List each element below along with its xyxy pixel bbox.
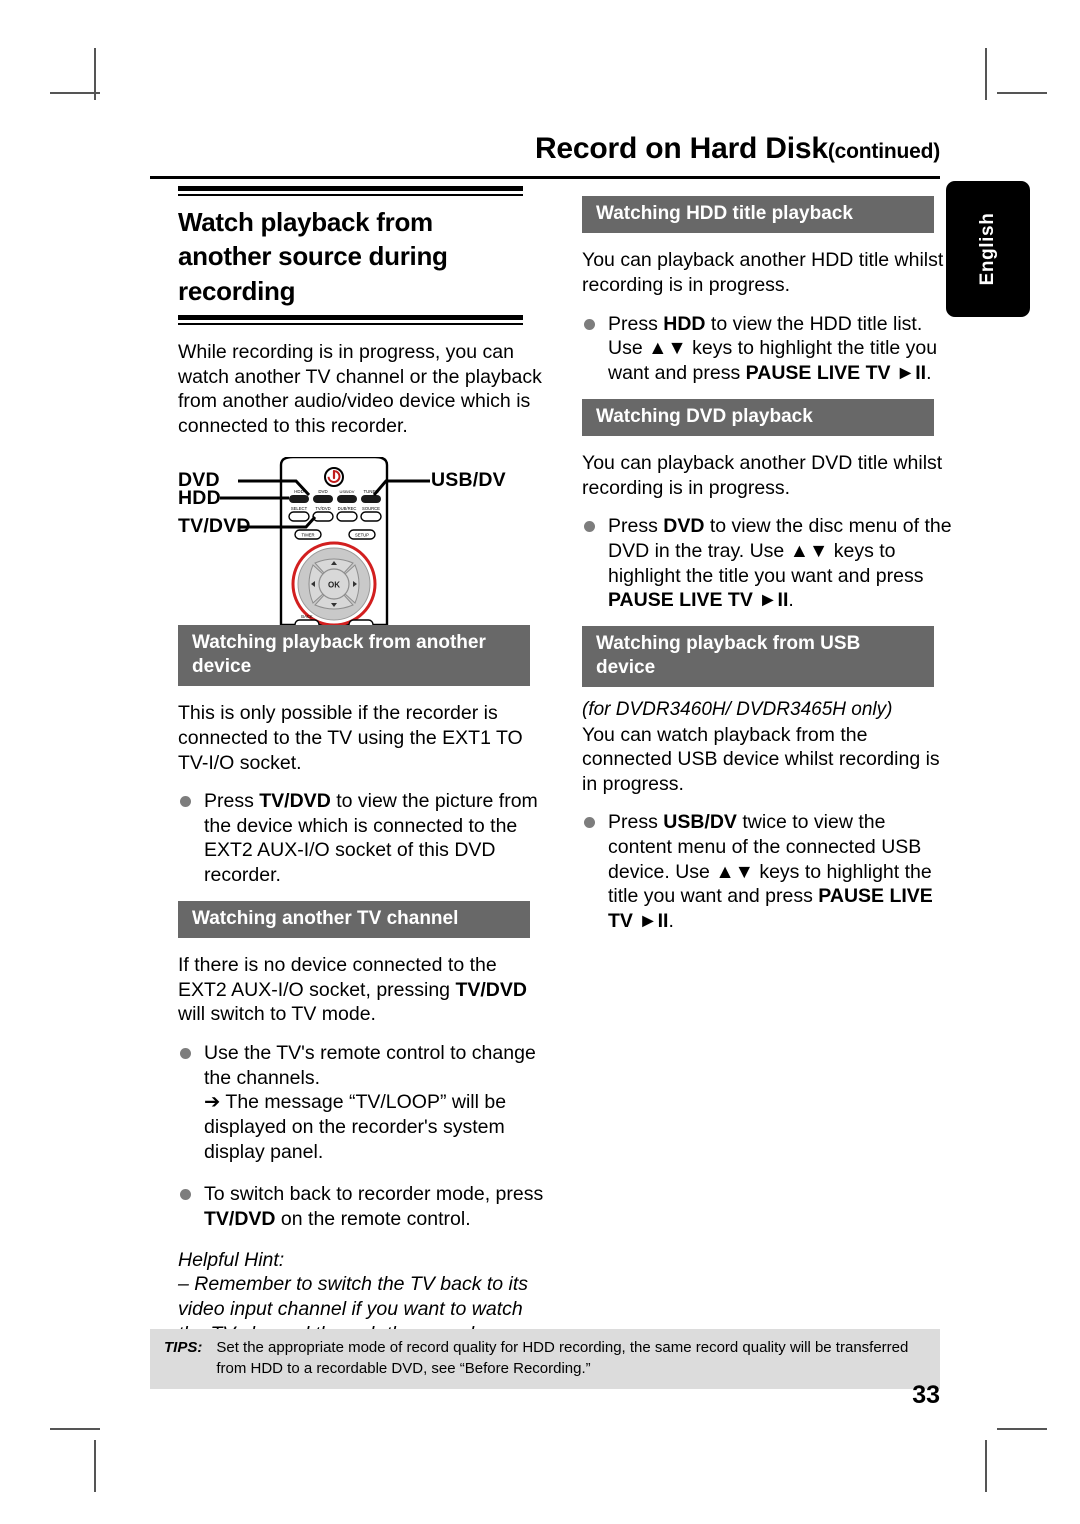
bullet-icon	[180, 796, 191, 808]
crop-mark-bottom-left-horizontal	[50, 1428, 100, 1430]
right-column: Watching HDD title playback You can play…	[582, 196, 954, 947]
right-sub3-body: You can watch playback from the connecte…	[582, 723, 940, 795]
svg-text:SELECT: SELECT	[291, 506, 308, 511]
remote-control-illustration: HDD DVD USB/DV TUNER SELECT TV/DVD DUB/R…	[178, 455, 530, 630]
svg-text:BACK: BACK	[301, 614, 313, 619]
sub2-text-a: If there is no device connected to the E…	[178, 954, 497, 1001]
bullet-text-f: .	[668, 910, 674, 933]
bullet-text-a: To switch back to recorder mode, press	[204, 1183, 544, 1206]
svg-text:TIMER: TIMER	[301, 532, 314, 537]
chapter-continued-text: (continued)	[827, 140, 940, 163]
right-sub1-bullet-list: Press HDD to view the HDD title list. Us…	[582, 312, 954, 386]
tips-label: TIPS:	[164, 1339, 203, 1356]
list-item: Press DVD to view the disc menu of the D…	[582, 514, 954, 613]
updown-keys-icon: ▲▼	[648, 337, 687, 360]
bullet-text-b: HDD	[663, 312, 706, 335]
sub2-paragraph: If there is no device connected to the E…	[178, 953, 550, 1027]
svg-text:DVD: DVD	[318, 489, 327, 494]
bullet-text-a: Press	[608, 515, 664, 538]
tips-box: TIPS: Set the appropriate mode of record…	[150, 1329, 940, 1390]
list-item: Press HDD to view the HDD title list. Us…	[582, 312, 954, 386]
language-tab: English	[946, 181, 1030, 317]
subsection-bar-watching-dvd-playback: Watching DVD playback	[582, 398, 934, 436]
chapter-title-text: Record on Hard Disk	[534, 132, 828, 165]
svg-text:TV/DVD: TV/DVD	[315, 506, 330, 511]
list-item: To switch back to recorder mode, press T…	[178, 1182, 550, 1231]
svg-text:SETUP: SETUP	[355, 532, 369, 537]
bullet-text-c: on the remote control.	[275, 1208, 471, 1230]
bullet-text-a: Press	[608, 312, 664, 335]
bullet-text-a: Press	[608, 811, 664, 834]
page-title: Record on Hard Disk(continued)	[150, 133, 940, 165]
subsection-bar-watching-hdd-title-playback: Watching HDD title playback	[582, 196, 934, 234]
bullet-text-b: USB/DV	[663, 811, 737, 834]
svg-text:SOURCE: SOURCE	[362, 506, 380, 511]
list-item: Use the TV's remote control to change th…	[178, 1041, 550, 1164]
bullet-text-b: DVD	[663, 515, 705, 538]
subsection-bar-watching-playback-from-usb-device: Watching playback from USB device	[582, 625, 934, 688]
crop-mark-top-right-vertical	[985, 48, 987, 100]
bullet-text-e: PAUSE LIVE TV	[745, 361, 896, 384]
sub1-bullet-list: Press TV/DVD to view the picture from th…	[178, 789, 550, 888]
sub2-text-b: TV/DVD	[455, 978, 527, 1001]
right-sub3-bullet-list: Press USB/DV twice to view the content m…	[582, 810, 954, 933]
bullet-icon	[180, 1048, 191, 1060]
bullet-text: Use the TV's remote control to change th…	[204, 1042, 536, 1089]
crop-mark-top-right-horizontal	[997, 92, 1047, 94]
left-column: Watch playback from another source durin…	[178, 186, 550, 1371]
crop-mark-bottom-left-vertical	[94, 1440, 96, 1492]
svg-text:USB/DV: USB/DV	[340, 489, 355, 494]
crop-mark-bottom-right-vertical	[985, 1440, 987, 1492]
remote-label-usbdv: USB/DV	[431, 468, 506, 491]
list-item: Press TV/DVD to view the picture from th…	[178, 789, 550, 888]
bullet-text-b: TV/DVD	[204, 1208, 276, 1230]
bullet-text-f: .	[788, 589, 794, 612]
bullet-icon	[180, 1189, 191, 1201]
right-sub1-paragraph: You can playback another HDD title whils…	[582, 249, 944, 296]
section-heading-rule-top	[178, 186, 523, 196]
bullet-text-a: Press	[204, 790, 260, 813]
intro-paragraph: While recording is in progress, you can …	[178, 340, 542, 437]
bullet-text-e: PAUSE LIVE TV	[608, 589, 759, 612]
tips-text: Set the appropriate mode of record quali…	[216, 1339, 909, 1377]
svg-text:DUB/REC: DUB/REC	[338, 506, 357, 511]
page-number: 33	[912, 1381, 940, 1409]
bullet-icon	[584, 318, 595, 330]
sub2-text-c: will switch to TV mode.	[178, 1003, 376, 1026]
bullet-text-b: TV/DVD	[259, 790, 331, 813]
sub1-paragraph: This is only possible if the recorder is…	[178, 702, 523, 774]
crop-mark-bottom-right-horizontal	[997, 1428, 1047, 1430]
play-pause-icon: ►II	[758, 589, 789, 612]
svg-text:OK: OK	[328, 580, 340, 589]
remote-label-hdd: HDD	[178, 486, 221, 509]
list-item: Press USB/DV twice to view the content m…	[582, 810, 954, 933]
play-pause-icon: ►II	[638, 910, 669, 933]
subsection-bar-watching-playback-another-device: Watching playback from another device	[178, 624, 530, 687]
right-sub3-paragraph: (for DVDR3460H/ DVDR3465H only) You can …	[582, 697, 954, 796]
crop-mark-top-left-horizontal	[50, 92, 100, 94]
helpful-hint-title: Helpful Hint:	[178, 1248, 285, 1271]
bullet-icon	[584, 521, 595, 533]
subsection-bar-watching-another-tv-channel: Watching another TV channel	[178, 900, 530, 939]
remote-label-tvdvd: TV/DVD	[178, 514, 251, 537]
model-note: (for DVDR3460H/ DVDR3465H only)	[582, 699, 893, 721]
section-heading-rule-bottom	[178, 314, 523, 325]
section-heading: Watch playback from another source durin…	[178, 207, 448, 306]
right-sub2-bullet-list: Press DVD to view the disc menu of the D…	[582, 514, 954, 613]
updown-keys-icon: ▲▼	[789, 539, 829, 562]
sub2-bullet-list: Use the TV's remote control to change th…	[178, 1041, 550, 1232]
bullet-arrow-note: ➔ The message “TV/LOOP” will be displaye…	[204, 1091, 507, 1163]
manual-page: Record on Hard Disk(continued) English W…	[0, 0, 1080, 1524]
play-pause-icon: ►II	[895, 361, 927, 384]
updown-keys-icon: ▲▼	[715, 860, 754, 883]
language-tab-label: English	[977, 212, 998, 286]
bullet-text-f: .	[926, 361, 932, 384]
right-sub2-paragraph: You can playback another DVD title whils…	[582, 451, 943, 499]
bullet-icon	[584, 817, 595, 829]
header-divider	[150, 176, 940, 179]
